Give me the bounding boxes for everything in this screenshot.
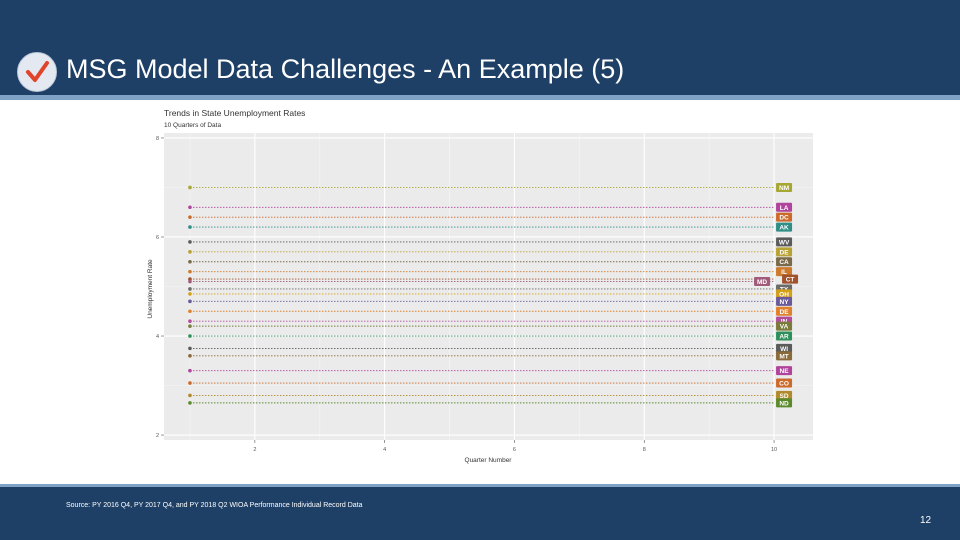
y-tick-label: 8: [156, 136, 159, 142]
series-label: NE: [780, 368, 790, 375]
chart-title: Trends in State Unemployment Rates: [164, 108, 305, 118]
series-point: [188, 319, 192, 323]
series-label: VA: [780, 324, 789, 331]
footer-bar: [0, 487, 960, 540]
series-label: DE: [780, 309, 790, 316]
x-tick-label: 4: [383, 447, 386, 453]
chart-subtitle: 10 Quarters of Data: [164, 122, 221, 129]
series-point: [188, 269, 192, 274]
series-point: [188, 299, 192, 304]
series-label: AR: [779, 334, 789, 341]
series-point: [188, 250, 192, 254]
series-label: DC: [779, 215, 789, 222]
series-point: [188, 401, 192, 405]
series-label: CT: [786, 277, 795, 284]
series-label: LA: [780, 205, 789, 212]
y-tick-label: 6: [156, 235, 159, 241]
series-label: MT: [779, 353, 788, 360]
series-label: MD: [757, 279, 767, 286]
y-tick-label: 2: [156, 433, 159, 439]
series-point: [188, 368, 192, 373]
series-label: NY: [780, 299, 790, 306]
series-label: CA: [779, 259, 789, 266]
page-number: 12: [920, 515, 932, 526]
series-point: [188, 205, 192, 210]
series-label: NM: [779, 185, 789, 192]
series-point: [188, 279, 192, 284]
series-label: AK: [779, 225, 789, 232]
plot-panel: 2468246810NMLADCAKWVDECAILCTMDTXOHNYDEIN…: [156, 133, 813, 453]
checkmark-badge: [17, 52, 57, 92]
source-note: Source: PY 2016 Q4, PY 2017 Q4, and PY 2…: [66, 502, 363, 509]
series-point: [188, 215, 192, 219]
x-axis-label: Quarter Number: [465, 457, 513, 464]
series-point: [188, 381, 192, 385]
series-label: DE: [780, 249, 790, 256]
series-label: CO: [779, 381, 789, 388]
unemployment-line-chart: Trends in State Unemployment Rates 10 Qu…: [140, 102, 820, 467]
slide-title: MSG Model Data Challenges - An Example (…: [66, 54, 625, 84]
series-label: ND: [779, 400, 789, 407]
series-point: [188, 240, 192, 244]
y-axis-label: Unemployment Rate: [147, 259, 154, 319]
series-point: [188, 185, 192, 190]
series-point: [188, 346, 192, 351]
series-point: [188, 292, 192, 296]
series-point: [188, 259, 192, 264]
checkmark-icon: [26, 61, 49, 82]
x-tick-label: 6: [513, 447, 516, 453]
x-tick-label: 2: [253, 447, 256, 453]
series-point: [188, 334, 192, 338]
y-tick-label: 4: [156, 334, 159, 340]
series-label: WV: [779, 239, 790, 246]
title-divider: [0, 95, 960, 100]
series-point: [188, 393, 192, 398]
series-point: [188, 287, 192, 291]
x-tick-label: 10: [771, 447, 777, 453]
series-point: [188, 324, 192, 328]
chart-image: Trends in State Unemployment Rates 10 Qu…: [140, 102, 820, 467]
series-point: [188, 354, 192, 358]
series-point: [188, 225, 192, 229]
series-point: [188, 309, 192, 314]
x-tick-label: 8: [643, 447, 646, 453]
